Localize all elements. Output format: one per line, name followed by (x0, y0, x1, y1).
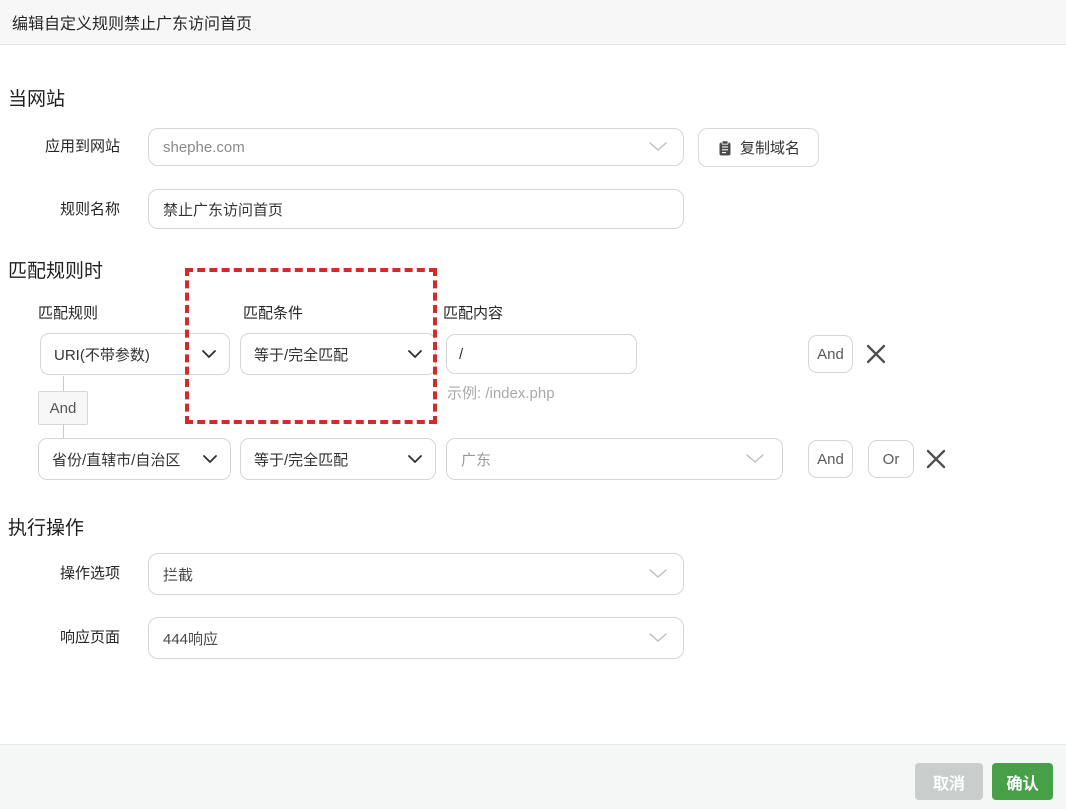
rule-name-label: 规则名称 (59, 201, 120, 218)
rule-name-input[interactable] (148, 189, 684, 229)
copy-domain-button[interactable]: 复制域名 (698, 128, 819, 167)
match-rule-select-row2[interactable]: 省份/直辖市/自治区 (38, 438, 231, 480)
delete-row2-icon[interactable] (923, 446, 949, 472)
section-heading-match: 匹配规则时 (8, 261, 104, 282)
chevron-down-icon (408, 345, 422, 363)
chevron-down-icon (649, 565, 667, 583)
column-header-condition: 匹配条件 (243, 305, 304, 322)
chevron-down-icon (408, 450, 422, 468)
connector-line-top (63, 376, 64, 392)
response-page-value: 444响应 (163, 630, 219, 648)
delete-row1-icon[interactable] (863, 341, 889, 367)
dialog-footer (0, 744, 1066, 809)
add-and-button-row1[interactable]: And (808, 335, 853, 373)
match-condition-value-row1: 等于/完全匹配 (254, 346, 349, 364)
match-rule-select-row1[interactable]: URI(不带参数) (40, 333, 230, 375)
match-condition-value-row2: 等于/完全匹配 (254, 451, 349, 469)
copy-domain-label: 复制域名 (739, 140, 800, 157)
apply-to-site-value: shephe.com (163, 138, 245, 156)
action-option-select[interactable]: 拦截 (148, 553, 684, 595)
add-and-button-row2[interactable]: And (808, 440, 853, 478)
match-condition-select-row1[interactable]: 等于/完全匹配 (240, 333, 436, 375)
connector-line-bottom (63, 424, 64, 439)
clipboard-icon (717, 139, 733, 156)
action-option-value: 拦截 (163, 566, 194, 584)
add-or-button-row2[interactable]: Or (868, 440, 914, 478)
match-content-input-row1[interactable] (446, 334, 637, 374)
match-rule-value-row2: 省份/直辖市/自治区 (52, 451, 181, 469)
chevron-down-icon (649, 138, 667, 156)
match-content-select-row2[interactable]: 广东 (446, 438, 783, 480)
section-heading-site: 当网站 (8, 89, 66, 110)
apply-to-site-select[interactable]: shephe.com (148, 128, 684, 166)
column-header-rule: 匹配规则 (38, 305, 99, 322)
connector-and-button[interactable]: And (38, 391, 88, 425)
chevron-down-icon (202, 345, 216, 363)
confirm-button[interactable]: 确认 (992, 763, 1053, 800)
apply-to-site-label: 应用到网站 (44, 138, 120, 155)
match-condition-select-row2[interactable]: 等于/完全匹配 (240, 438, 436, 480)
response-page-label: 响应页面 (59, 629, 120, 646)
column-header-content: 匹配内容 (443, 305, 504, 322)
match-content-value-row2: 广东 (461, 451, 492, 469)
edit-rule-dialog: 编辑自定义规则禁止广东访问首页 当网站 应用到网站 shephe.com 复制域… (0, 0, 1066, 809)
chevron-down-icon (649, 629, 667, 647)
action-option-label: 操作选项 (59, 565, 120, 582)
content-example-hint: 示例: /index.php (447, 385, 555, 402)
chevron-down-icon (746, 450, 764, 468)
response-page-select[interactable]: 444响应 (148, 617, 684, 659)
cancel-button[interactable]: 取消 (915, 763, 983, 800)
section-heading-action: 执行操作 (8, 518, 85, 539)
chevron-down-icon (203, 450, 217, 468)
dialog-header: 编辑自定义规则禁止广东访问首页 (0, 0, 1066, 45)
match-rule-value-row1: URI(不带参数) (54, 346, 150, 364)
dialog-title: 编辑自定义规则禁止广东访问首页 (12, 16, 253, 33)
